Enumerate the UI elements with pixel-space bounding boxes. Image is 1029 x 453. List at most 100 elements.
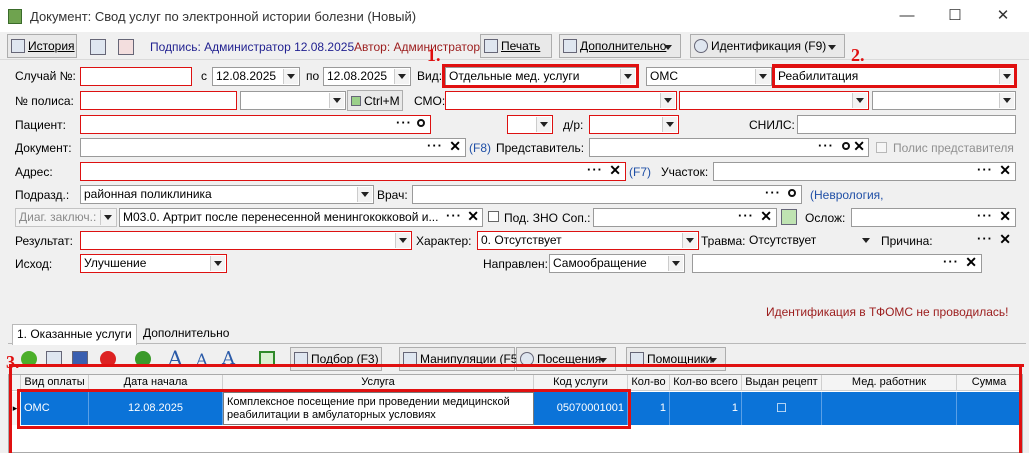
chevron-down-icon[interactable] [755, 69, 770, 84]
manipulations-button[interactable]: Манипуляции (F5) [399, 347, 521, 371]
maximize-button[interactable]: ☐ [944, 6, 966, 26]
ctrl-m-button[interactable]: Ctrl+M [347, 90, 403, 111]
more-button[interactable]: Дополнительно [559, 34, 681, 58]
case-number-field[interactable] [80, 67, 192, 86]
gender-select[interactable] [507, 115, 553, 134]
smo-region-select[interactable] [679, 91, 869, 110]
column-header-staff[interactable]: Мед. работник [822, 375, 957, 391]
address-field[interactable]: ··· ✕ [80, 162, 626, 181]
rep-policy-checkbox[interactable] [876, 142, 887, 153]
snils-field[interactable] [797, 115, 1016, 134]
close-button[interactable]: ✕ [992, 6, 1014, 26]
district-field[interactable]: ··· ✕ [713, 162, 1016, 181]
chevron-down-icon[interactable] [357, 187, 372, 202]
chevron-down-icon[interactable] [100, 210, 115, 225]
clear-icon[interactable]: ✕ [760, 209, 772, 225]
smo-select[interactable] [445, 91, 677, 110]
clear-icon[interactable]: ✕ [853, 139, 865, 155]
document-field[interactable]: ··· ✕ [80, 138, 466, 157]
accompanying-field[interactable]: ··· ✕ [593, 208, 777, 227]
cell-qty[interactable]: 1 [628, 392, 670, 425]
direction-org-field[interactable]: ··· ✕ [692, 254, 982, 273]
clear-icon[interactable]: ✕ [999, 163, 1011, 179]
direction-select[interactable]: Самообращение [549, 254, 685, 273]
print-button[interactable]: Печать [480, 34, 552, 58]
smo-extra-select[interactable] [872, 91, 1016, 110]
f7-link[interactable]: (F7) [629, 163, 651, 181]
chevron-down-icon[interactable] [668, 256, 683, 271]
complication-field[interactable]: ··· ✕ [851, 208, 1016, 227]
policy-series-field[interactable] [80, 91, 237, 110]
visits-button[interactable]: Посещения [516, 347, 616, 371]
search-icon[interactable] [842, 142, 850, 150]
cell-sum[interactable] [957, 392, 1022, 425]
chevron-down-icon[interactable] [395, 233, 410, 248]
chevron-down-icon[interactable] [852, 93, 867, 108]
ellipsis-icon[interactable]: ··· [587, 163, 603, 178]
dept-select[interactable]: районная поликлиника [80, 185, 374, 204]
ellipsis-icon[interactable]: ··· [977, 163, 993, 178]
ellipsis-icon[interactable]: ··· [943, 255, 959, 270]
search-icon[interactable] [788, 189, 796, 197]
clear-icon[interactable]: ✕ [449, 139, 461, 155]
select-button[interactable]: Подбор (F3) [290, 347, 382, 371]
dob-field[interactable] [589, 115, 679, 134]
representative-field[interactable]: ··· ✕ [589, 138, 869, 157]
add-diagnosis-icon[interactable] [781, 209, 797, 225]
diag-conclusion-select[interactable]: Диаг. заключ.: [15, 208, 117, 227]
policy-number-select[interactable] [240, 91, 346, 110]
cell-staff[interactable] [822, 392, 957, 425]
minimize-button[interactable]: — [896, 6, 918, 26]
calendar-dropdown-icon[interactable] [662, 117, 677, 132]
sign-icon[interactable] [90, 39, 106, 55]
ellipsis-icon[interactable]: ··· [738, 209, 754, 224]
calendar-dropdown-icon[interactable] [283, 69, 298, 84]
clear-icon[interactable]: ✕ [467, 209, 479, 225]
calendar-dropdown-icon[interactable] [394, 69, 409, 84]
ellipsis-icon[interactable]: ··· [446, 209, 462, 224]
ellipsis-icon[interactable]: ··· [977, 209, 993, 224]
ellipsis-icon[interactable]: ··· [396, 116, 412, 131]
column-header-qty[interactable]: Кол-во [628, 375, 670, 391]
clear-icon[interactable]: ✕ [999, 232, 1011, 248]
ellipsis-icon[interactable]: ··· [977, 232, 993, 247]
clear-icon[interactable]: ✕ [965, 255, 977, 271]
column-header-qty-total[interactable]: Кол-во всего [670, 375, 742, 391]
column-header-prescription[interactable]: Выдан рецепт [742, 375, 822, 391]
ellipsis-icon[interactable]: ··· [427, 139, 443, 154]
search-icon[interactable] [417, 119, 425, 127]
chevron-down-icon[interactable] [660, 93, 675, 108]
history-button[interactable]: История [7, 34, 77, 58]
unsign-icon[interactable] [118, 39, 134, 55]
chevron-down-icon[interactable] [210, 256, 225, 271]
zno-checkbox[interactable] [488, 211, 499, 222]
cell-prescription-checkbox[interactable]: ☐ [742, 392, 822, 425]
f8-link[interactable]: (F8) [469, 139, 491, 157]
chevron-down-icon[interactable] [859, 233, 874, 248]
fund-select[interactable]: ОМС [646, 67, 772, 86]
identification-button[interactable]: Идентификация (F9) [690, 34, 845, 58]
date-from-field[interactable]: 12.08.2025 [212, 67, 300, 86]
result-select[interactable] [80, 231, 412, 250]
chevron-down-icon[interactable] [682, 233, 697, 248]
chevron-down-icon[interactable] [536, 117, 551, 132]
clear-icon[interactable]: ✕ [999, 209, 1011, 225]
tab-additional[interactable]: Дополнительно [139, 324, 233, 344]
date-to-field[interactable]: 12.08.2025 [323, 67, 411, 86]
ellipsis-icon[interactable]: ··· [818, 139, 834, 154]
tab-services[interactable]: 1. Оказанные услуги [12, 324, 137, 345]
clear-icon[interactable]: ✕ [609, 163, 621, 179]
outcome-select[interactable]: Улучшение [80, 254, 227, 273]
chevron-down-icon[interactable] [999, 93, 1014, 108]
ellipsis-icon[interactable]: ··· [765, 186, 781, 201]
chevron-down-icon[interactable] [329, 93, 344, 108]
helpers-button[interactable]: Помощники [626, 347, 726, 371]
patient-field[interactable]: ··· [80, 115, 431, 134]
doctor-field[interactable]: ··· [412, 185, 802, 204]
character-select[interactable]: 0. Отсутствует [477, 231, 699, 250]
column-header-sum[interactable]: Сумма [957, 375, 1022, 391]
diagnosis-field[interactable]: M03.0. Артрит после перенесенной менинго… [119, 208, 483, 227]
cause-field[interactable]: ··· ✕ [936, 231, 1016, 250]
cell-qty-total[interactable]: 1 [670, 392, 742, 425]
trauma-select[interactable]: Отсутствует [745, 231, 876, 250]
